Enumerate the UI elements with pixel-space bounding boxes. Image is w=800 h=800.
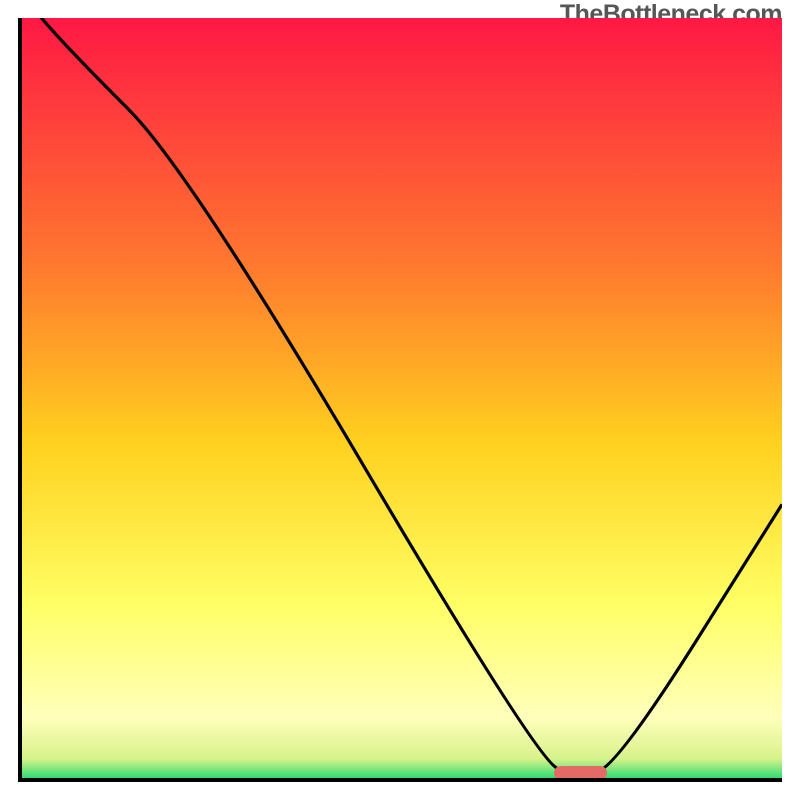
plot-area xyxy=(18,18,782,782)
optimal-marker xyxy=(554,766,607,780)
bottleneck-curve xyxy=(22,18,782,778)
bottleneck-chart: TheBottleneck.com xyxy=(0,0,800,800)
